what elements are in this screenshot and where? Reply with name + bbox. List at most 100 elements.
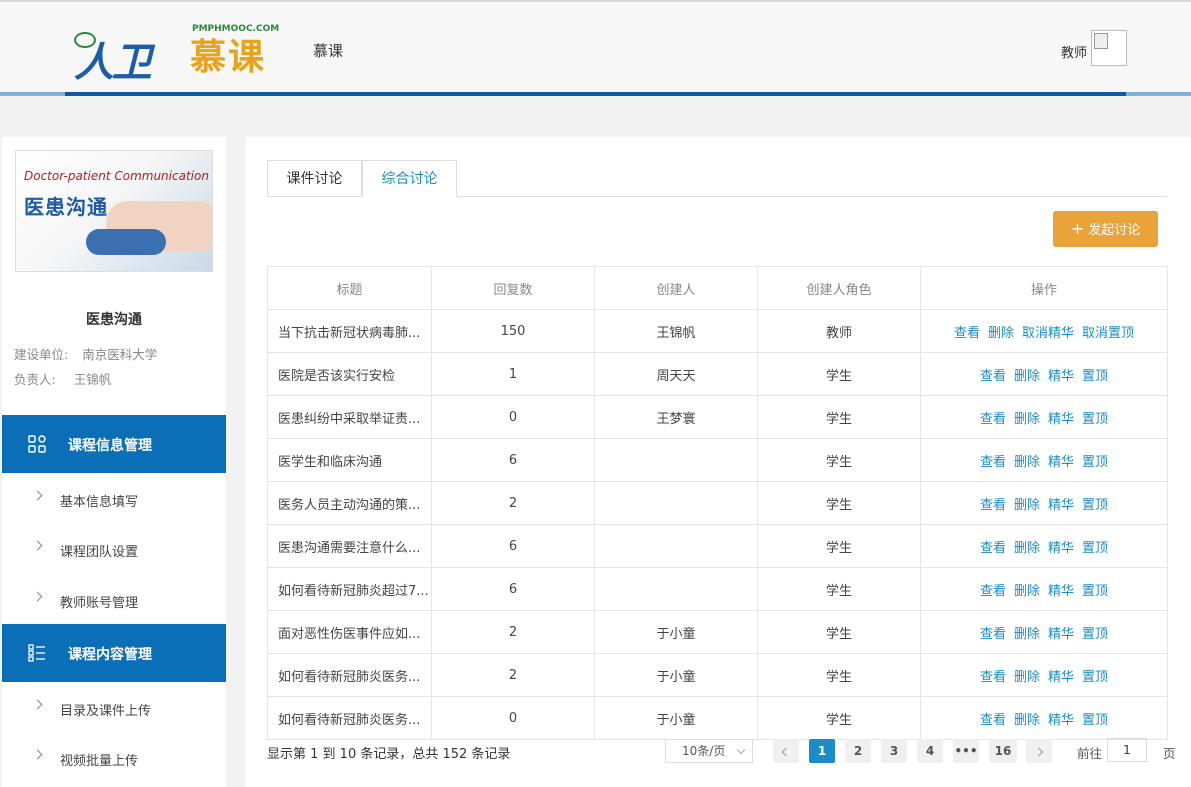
sidebar-item-basic-info[interactable]: 基本信息填写 — [2, 475, 226, 525]
avatar[interactable] — [1091, 30, 1127, 66]
row-action-link[interactable]: 查看 — [980, 627, 1006, 642]
next-page-button[interactable] — [1026, 739, 1052, 763]
row-action-link[interactable]: 置顶 — [1082, 627, 1108, 642]
row-action-link[interactable]: 查看 — [980, 369, 1006, 384]
row-action-link[interactable]: 精华 — [1048, 584, 1074, 599]
tab-courseware-discussion[interactable]: 课件讨论 — [267, 160, 362, 196]
table-row: 当下抗击新冠状病毒肺... 150 王锦帆 教师 查看 删除 取消精华 取消置顶 — [267, 309, 1168, 353]
row-action-link[interactable]: 精华 — [1048, 670, 1074, 685]
row-action-link[interactable]: 删除 — [1014, 670, 1040, 685]
page-button-3[interactable]: 3 — [881, 739, 907, 763]
goto-suffix: 页 — [1163, 746, 1176, 761]
row-replies: 2 — [431, 481, 595, 525]
col-actions: 操作 — [920, 266, 1168, 310]
row-action-link[interactable]: 删除 — [1014, 498, 1040, 513]
row-creator: 于小童 — [594, 610, 758, 654]
user-role: 教师 — [1061, 46, 1088, 61]
row-action-link[interactable]: 查看 — [980, 412, 1006, 427]
sidebar-item-teacher-accounts[interactable]: 教师账号管理 — [2, 576, 226, 626]
goto-page-input[interactable]: 1 — [1107, 738, 1147, 762]
table-row: 如何看待新冠肺炎医务... 0 于小童 学生 查看 删除 精华 置顶 — [267, 696, 1168, 740]
row-action-link[interactable]: 删除 — [1014, 713, 1040, 728]
cover-chinese-title: 医患沟通 — [24, 195, 108, 219]
menu-course-content-label: 课程内容管理 — [68, 647, 152, 663]
row-title: 如何看待新冠肺炎医务... — [267, 696, 432, 740]
table-row: 医学生和临床沟通 6 学生 查看 删除 精华 置顶 — [267, 438, 1168, 482]
prev-page-button[interactable] — [773, 739, 799, 763]
col-creator: 创建人 — [594, 266, 758, 310]
row-action-link[interactable]: 删除 — [1014, 627, 1040, 642]
row-action-link[interactable]: 置顶 — [1082, 498, 1108, 513]
sidebar-item-label: 基本信息填写 — [60, 495, 139, 510]
row-replies: 150 — [431, 309, 595, 353]
row-action-link[interactable]: 删除 — [1014, 541, 1040, 556]
row-action-link[interactable]: 置顶 — [1082, 455, 1108, 470]
chevron-left-icon — [781, 747, 791, 757]
menu-course-info[interactable]: 课程信息管理 — [2, 415, 226, 473]
row-action-link[interactable]: 精华 — [1048, 369, 1074, 384]
row-action-link[interactable]: 精华 — [1048, 412, 1074, 427]
row-creator-role: 教师 — [757, 309, 921, 353]
row-action-link[interactable]: 查看 — [980, 670, 1006, 685]
row-action-link[interactable]: 查看 — [980, 498, 1006, 513]
row-action-link[interactable]: 删除 — [1014, 455, 1040, 470]
row-action-link[interactable]: 取消精华 — [1022, 326, 1074, 341]
grid-icon — [28, 435, 46, 453]
row-action-link[interactable]: 精华 — [1048, 498, 1074, 513]
page-button-4[interactable]: 4 — [917, 739, 943, 763]
row-action-link[interactable]: 删除 — [1014, 369, 1040, 384]
menu-course-content[interactable]: 课程内容管理 — [2, 624, 226, 682]
row-action-link[interactable]: 查看 — [980, 541, 1006, 556]
row-action-link[interactable]: 查看 — [980, 455, 1006, 470]
row-action-link[interactable]: 置顶 — [1082, 541, 1108, 556]
row-action-link[interactable]: 查看 — [980, 584, 1006, 599]
row-action-link[interactable]: 精华 — [1048, 713, 1074, 728]
row-actions: 查看 删除 精华 置顶 — [920, 481, 1168, 525]
row-action-link[interactable]: 删除 — [1014, 584, 1040, 599]
row-creator-role: 学生 — [757, 610, 921, 654]
row-creator-role: 学生 — [757, 567, 921, 611]
new-discussion-button[interactable]: + 发起讨论 — [1053, 211, 1158, 247]
row-action-link[interactable]: 精华 — [1048, 455, 1074, 470]
row-creator — [594, 438, 758, 482]
row-action-link[interactable]: 置顶 — [1082, 369, 1108, 384]
row-action-link[interactable]: 置顶 — [1082, 412, 1108, 427]
chevron-down-icon — [736, 745, 746, 755]
sidebar-item-label: 教师账号管理 — [60, 596, 139, 611]
row-action-link[interactable]: 查看 — [954, 326, 980, 341]
row-action-link[interactable]: 精华 — [1048, 541, 1074, 556]
page-button-16[interactable]: 16 — [989, 739, 1017, 763]
page-button-2[interactable]: 2 — [845, 739, 871, 763]
row-title: 医患纠纷中采取举证责... — [267, 395, 432, 439]
sidebar-item-label: 目录及课件上传 — [60, 704, 152, 719]
chevron-right-icon — [32, 490, 43, 501]
row-action-link[interactable]: 精华 — [1048, 627, 1074, 642]
tab-bar: 课件讨论 综合讨论 — [267, 160, 1167, 197]
row-creator — [594, 567, 758, 611]
col-title: 标题 — [267, 266, 432, 310]
top-header: 人卫 PMPHMOOC.COM 慕课 慕课 教师 — [0, 0, 1191, 95]
sidebar-item-team[interactable]: 课程团队设置 — [2, 525, 226, 575]
row-actions: 查看 删除 取消精华 取消置顶 — [920, 309, 1168, 353]
row-creator-role: 学生 — [757, 524, 921, 568]
chevron-right-icon — [32, 540, 43, 551]
page-ellipsis[interactable]: ••• — [953, 739, 979, 763]
row-creator-role: 学生 — [757, 438, 921, 482]
row-action-link[interactable]: 取消置顶 — [1082, 326, 1134, 341]
row-action-link[interactable]: 删除 — [1014, 412, 1040, 427]
chevron-right-icon — [32, 699, 43, 710]
row-action-link[interactable]: 置顶 — [1082, 670, 1108, 685]
page-size-select[interactable]: 10条/页 — [665, 739, 753, 763]
page-button-1[interactable]: 1 — [809, 739, 835, 763]
row-action-link[interactable]: 删除 — [988, 326, 1014, 341]
owner-label: 负责人: — [14, 372, 56, 387]
row-action-link[interactable]: 置顶 — [1082, 584, 1108, 599]
tab-general-discussion[interactable]: 综合讨论 — [362, 160, 457, 197]
sidebar-item-catalog-upload[interactable]: 目录及课件上传 — [2, 684, 226, 734]
row-actions: 查看 删除 精华 置顶 — [920, 567, 1168, 611]
discussion-table: 标题 回复数 创建人 创建人角色 操作 当下抗击新冠状病毒肺... 150 王锦帆教… — [267, 266, 1168, 740]
sidebar-item-video-upload[interactable]: 视频批量上传 — [2, 734, 226, 784]
row-action-link[interactable]: 查看 — [980, 713, 1006, 728]
row-creator: 王锦帆 — [594, 309, 758, 353]
row-action-link[interactable]: 置顶 — [1082, 713, 1108, 728]
